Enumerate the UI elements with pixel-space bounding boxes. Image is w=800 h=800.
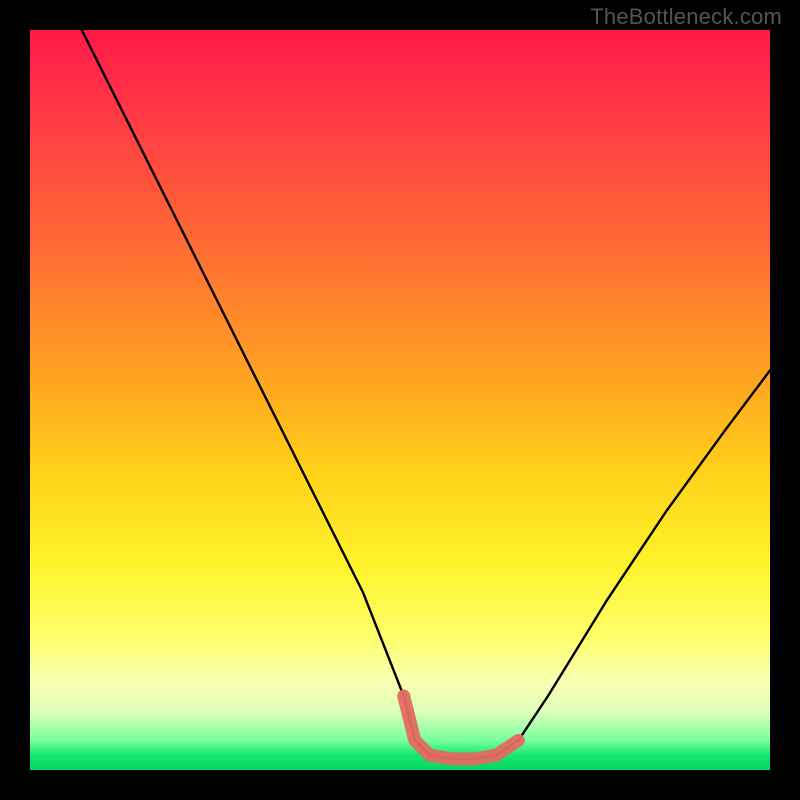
bottom-highlight-curve [404,696,519,759]
watermark-text: TheBottleneck.com [590,4,782,30]
main-curve [82,30,770,759]
chart-plot-area [30,30,770,770]
chart-svg [30,30,770,770]
chart-frame: TheBottleneck.com [0,0,800,800]
